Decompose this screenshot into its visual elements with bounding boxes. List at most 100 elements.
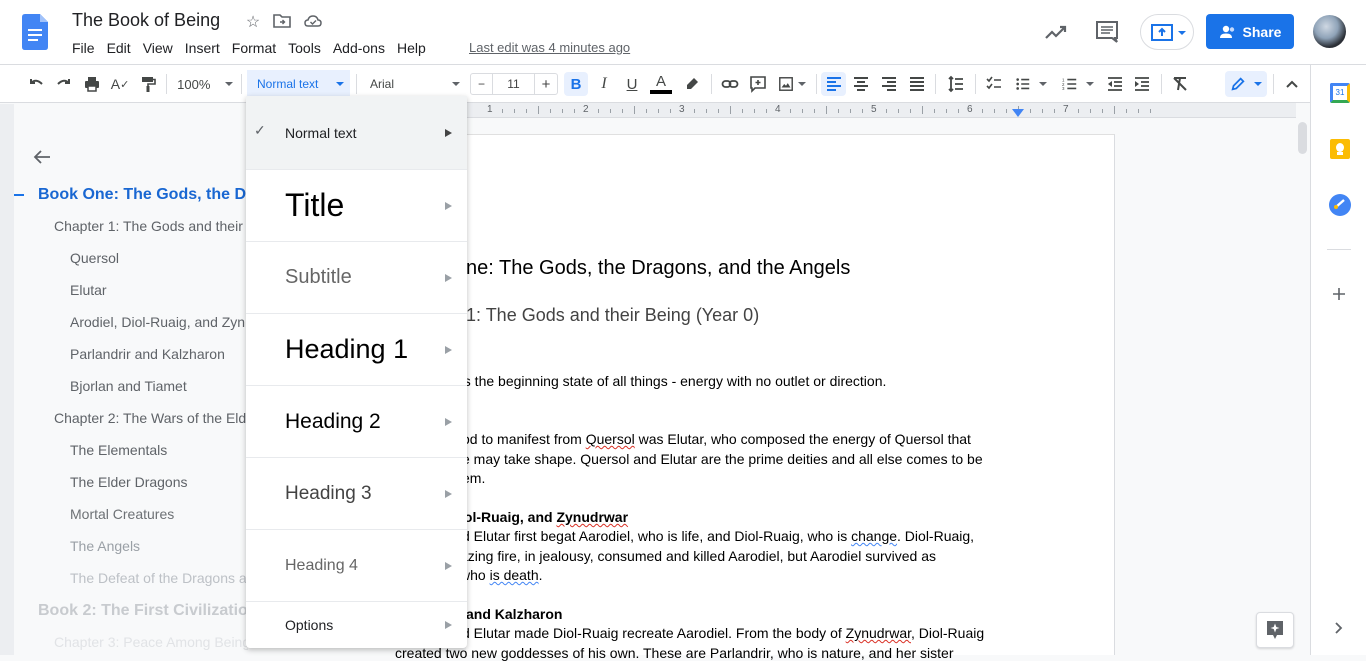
add-comment-icon[interactable] — [746, 73, 770, 95]
comments-icon[interactable] — [1093, 18, 1121, 46]
menu-item-heading-4[interactable]: Heading 4 — [246, 530, 467, 602]
menu-item-subtitle[interactable]: Subtitle — [246, 242, 467, 314]
hide-menus-chevron-up-icon[interactable] — [1280, 73, 1304, 95]
menu-item-title[interactable]: Title — [246, 170, 467, 242]
doc-paragraph: as the beginning state of all things - e… — [456, 373, 887, 389]
decrease-indent-icon[interactable] — [1103, 73, 1127, 95]
menu-item-normal-text[interactable]: ✓ Normal text — [246, 96, 467, 170]
calendar-icon[interactable]: 31 — [1330, 83, 1350, 103]
outline-item[interactable]: Book 2: The First Civilization — [38, 602, 248, 620]
outline-item[interactable]: Chapter 1: The Gods and their Being — [54, 218, 274, 234]
menu-edit[interactable]: Edit — [101, 38, 137, 58]
tasks-icon[interactable] — [1329, 194, 1351, 216]
menu-item-heading-3[interactable]: Heading 3 — [246, 458, 467, 530]
explore-button[interactable] — [1256, 612, 1294, 648]
increase-indent-icon[interactable] — [1130, 73, 1154, 95]
person-icon — [1219, 25, 1234, 38]
account-avatar[interactable] — [1313, 15, 1346, 48]
menu-format[interactable]: Format — [226, 38, 282, 58]
horizontal-ruler[interactable]: 1 2 3 4 5 6 7 — [466, 103, 1296, 118]
increase-font-size-button[interactable]: + — [535, 74, 557, 94]
outline-item[interactable]: Bjorlan and Tiamet — [70, 378, 274, 394]
editing-mode-button[interactable] — [1225, 71, 1267, 97]
outline-item[interactable]: Arodiel, Diol-Ruaig, and Zynudrwar — [70, 314, 262, 330]
ruler-tick — [910, 109, 911, 113]
outline-item[interactable]: Quersol — [70, 250, 274, 266]
numbered-list-button[interactable]: 123 — [1057, 73, 1099, 95]
menu-file[interactable]: File — [66, 38, 101, 58]
menu-add-ons[interactable]: Add-ons — [327, 38, 391, 58]
activity-trend-icon[interactable] — [1042, 18, 1070, 46]
outline-item[interactable]: Mortal Creatures — [70, 506, 274, 522]
ruler-tick — [622, 109, 623, 113]
outline-item[interactable]: The Angels — [70, 538, 274, 554]
share-button[interactable]: Share — [1206, 14, 1294, 49]
document-page[interactable]: ne: The Gods, the Dragons, and the Angel… — [395, 134, 1115, 661]
highlight-icon[interactable] — [680, 73, 704, 95]
underline-button[interactable]: U — [620, 73, 644, 95]
font-select[interactable]: Arial — [362, 73, 464, 95]
present-button[interactable] — [1140, 14, 1194, 50]
redo-icon[interactable] — [52, 73, 76, 95]
arrow-left-icon[interactable] — [32, 148, 52, 166]
docs-logo-icon[interactable] — [22, 14, 48, 50]
ruler-tick — [814, 109, 815, 113]
bulleted-list-button[interactable] — [1011, 73, 1051, 95]
menu-item-heading-2[interactable]: Heading 2 — [246, 386, 467, 458]
align-left-button[interactable] — [821, 72, 846, 96]
image-icon — [779, 77, 794, 91]
outline-item[interactable]: The Elder Dragons — [70, 474, 274, 490]
link-icon[interactable] — [718, 73, 742, 95]
checklist-icon[interactable] — [982, 73, 1006, 95]
paint-format-icon[interactable] — [136, 73, 160, 95]
clear-formatting-icon[interactable] — [1168, 73, 1192, 95]
chevron-right-icon[interactable] — [1333, 621, 1343, 635]
document-title[interactable]: The Book of Being — [72, 10, 220, 31]
align-right-button[interactable] — [877, 73, 901, 95]
menu-insert[interactable]: Insert — [179, 38, 226, 58]
zoom-select[interactable]: 100% — [174, 73, 236, 95]
present-dropdown-caret-icon[interactable] — [1178, 31, 1186, 35]
line-spacing-icon[interactable] — [944, 73, 968, 95]
spelling-error[interactable]: Zynudrwar — [556, 509, 628, 525]
ruler-label: 2 — [583, 104, 589, 115]
menu-view[interactable]: View — [137, 38, 179, 58]
move-to-folder-icon[interactable] — [273, 13, 291, 29]
outline-item[interactable]: The Elementals — [70, 442, 274, 458]
submenu-arrow-icon — [445, 273, 452, 282]
outline-item[interactable]: Elutar — [70, 282, 274, 298]
menu-help[interactable]: Help — [391, 38, 432, 58]
right-indent-marker-icon[interactable] — [1012, 109, 1024, 117]
spelling-error[interactable]: Quersol — [586, 431, 635, 447]
paragraph-style-select[interactable]: Normal text — [247, 70, 350, 98]
decrease-font-size-button[interactable]: − — [471, 74, 493, 94]
grammar-suggestion[interactable]: change — [851, 528, 897, 544]
italic-button[interactable]: I — [592, 73, 616, 95]
outline-item[interactable]: Chapter 3: Peace Among Beings — [54, 634, 248, 650]
scrollbar-thumb[interactable] — [1298, 122, 1307, 154]
last-edit-link[interactable]: Last edit was 4 minutes ago — [469, 40, 630, 55]
keep-icon[interactable] — [1330, 139, 1350, 159]
cloud-saved-icon[interactable] — [304, 13, 322, 29]
grammar-suggestion[interactable]: is death — [490, 567, 539, 583]
undo-icon[interactable] — [24, 73, 48, 95]
outline-item[interactable]: The Defeat of the Dragons and — [70, 570, 248, 586]
bold-button[interactable]: B — [564, 72, 588, 96]
insert-image-button[interactable] — [774, 73, 810, 95]
spelling-error[interactable]: Zynudrwar — [846, 625, 911, 641]
menu-item-heading-1[interactable]: Heading 1 — [246, 314, 467, 386]
justify-button[interactable] — [905, 73, 929, 95]
print-icon[interactable] — [80, 73, 104, 95]
outline-item[interactable]: Book One: The Gods, the Dra... — [38, 186, 274, 204]
outline-item[interactable]: Chapter 2: The Wars of the Elder Dragons — [54, 410, 246, 426]
star-icon[interactable]: ☆ — [243, 12, 263, 32]
menu-tools[interactable]: Tools — [282, 38, 327, 58]
text-color-button[interactable]: A — [649, 73, 673, 95]
align-center-button[interactable] — [849, 73, 873, 95]
menu-item-options[interactable]: Options — [246, 602, 467, 648]
add-addon-plus-icon[interactable] — [1331, 286, 1347, 302]
outline-item[interactable]: Parlandrir and Kalzharon — [70, 346, 274, 362]
font-size-input[interactable]: 11 — [493, 74, 535, 94]
spellcheck-icon[interactable]: A ✓ — [108, 73, 132, 95]
vertical-scrollbar[interactable] — [1296, 118, 1310, 655]
